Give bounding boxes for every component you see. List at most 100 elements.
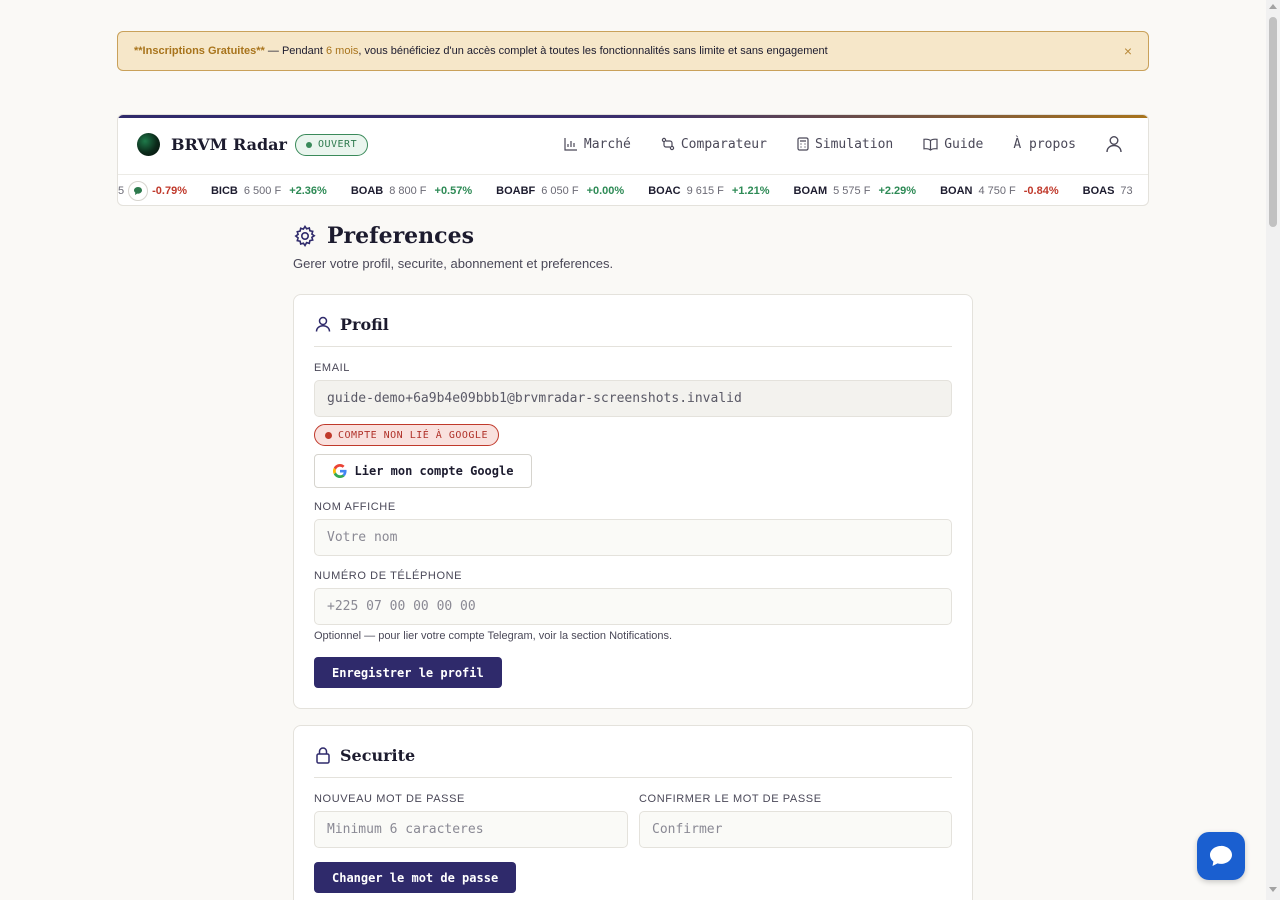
ticker-symbol: BICB <box>210 184 238 197</box>
calculator-icon <box>797 137 809 151</box>
banner-highlight: **Inscriptions Gratuites** <box>134 45 265 57</box>
chat-launcher-button[interactable] <box>1197 832 1245 880</box>
ticker-price: 5 575 F <box>833 184 871 197</box>
brand-name: BRVM Radar <box>171 135 287 154</box>
page-scrollbar[interactable] <box>1266 0 1280 900</box>
page-title: Preferences <box>293 223 474 249</box>
save-profile-button[interactable]: Enregistrer le profil <box>314 657 502 688</box>
ticker-price: 73 <box>1120 184 1133 197</box>
scrollbar-thumb[interactable] <box>1269 17 1277 227</box>
security-card: Securite NOUVEAU MOT DE PASSE CONFIRMER … <box>293 725 973 900</box>
phone-input[interactable] <box>314 588 952 625</box>
ticker-price: 6 050 F <box>541 184 579 197</box>
profile-card-header: Profil <box>314 315 952 347</box>
profile-card: Profil EMAIL guide-demo+6a9b4e09bbb1@brv… <box>293 294 973 709</box>
email-field: guide-demo+6a9b4e09bbb1@brvmradar-screen… <box>314 380 952 417</box>
ticker-symbol: BOAB <box>350 184 384 197</box>
user-icon <box>315 316 331 332</box>
ticker-symbol: BOAC <box>648 184 681 197</box>
link-google-button[interactable]: Lier mon compte Google <box>314 454 532 488</box>
logo-icon <box>137 133 160 156</box>
nav-label-comparateur: Comparateur <box>680 136 767 152</box>
display-name-input[interactable] <box>314 519 952 556</box>
banner-text: **Inscriptions Gratuites** — Pendant 6 m… <box>134 45 828 57</box>
ticker-change: +2.36% <box>289 184 327 197</box>
ticker-price: 9 615 F <box>686 184 724 197</box>
security-card-title: Securite <box>340 746 416 765</box>
ticker-price: 4 750 F <box>978 184 1016 197</box>
nav-label-simulation: Simulation <box>814 136 894 152</box>
chat-bubble-icon[interactable] <box>128 180 149 201</box>
nav-item-marche[interactable]: Marché <box>564 137 631 152</box>
site-header: BRVM Radar OUVERT Marché Comparateur Sim… <box>117 114 1149 206</box>
page-subtitle: Gerer votre profil, securite, abonnement… <box>293 256 614 271</box>
nav-item-apropos[interactable]: À propos <box>1013 137 1076 152</box>
nav-item-comparateur[interactable]: Comparateur <box>661 137 767 152</box>
market-status-label: OUVERT <box>317 139 358 150</box>
status-dot-icon <box>305 141 312 148</box>
confirm-password-input[interactable] <box>639 811 952 848</box>
ticker-item: BOAC 9 615 F +1.21% <box>648 185 769 197</box>
page-title-text: Preferences <box>327 223 474 249</box>
banner-text-after: , vous bénéficiez d'un accès complet à t… <box>358 45 828 57</box>
compare-icon <box>661 137 675 151</box>
ticker-symbol: BOAS <box>1082 184 1115 197</box>
bar-chart-icon <box>564 138 577 151</box>
ticker-price: 6 500 F <box>243 184 282 197</box>
banner-duration: 6 mois <box>325 45 359 57</box>
ticker-item-partial: BOAS 73 <box>1083 185 1141 197</box>
ticker-change: +2.29% <box>878 184 917 197</box>
ticker-item: BOAN 4 750 F -0.84% <box>940 185 1059 197</box>
security-card-header: Securite <box>314 746 952 778</box>
phone-label: NUMÉRO DE TÉLÉPHONE <box>314 570 463 582</box>
ticker-change: -0.84% <box>1023 184 1059 197</box>
ticker-price: 8 800 F <box>389 184 427 197</box>
display-name-label: NOM AFFICHE <box>314 501 396 513</box>
change-password-button[interactable]: Changer le mot de passe <box>314 862 517 893</box>
banner-text-before: — Pendant <box>264 45 326 57</box>
ticker-change: +0.57% <box>434 184 473 197</box>
phone-hint: Optionnel — pour lier votre compte Teleg… <box>314 630 673 642</box>
email-label: EMAIL <box>314 362 351 374</box>
brand[interactable]: BRVM Radar OUVERT <box>137 133 369 156</box>
ticker-item: BOABF 6 050 F +0.00% <box>496 185 624 197</box>
nav-label-marche: Marché <box>583 136 631 152</box>
header-accent-line <box>118 115 1148 118</box>
user-icon[interactable] <box>1106 135 1122 153</box>
ticker-change: +0.00% <box>586 184 625 197</box>
nav-label-apropos: À propos <box>1013 136 1076 152</box>
gear-icon <box>294 225 316 248</box>
banner-close-icon[interactable]: × <box>1124 43 1132 59</box>
lock-icon <box>316 747 330 764</box>
nav-item-simulation[interactable]: Simulation <box>797 137 893 152</box>
scroll-down-icon[interactable] <box>1269 887 1277 892</box>
link-google-label: Lier mon compte Google <box>354 464 514 478</box>
ticker-change: -0.79% <box>152 184 187 197</box>
main-nav: Marché Comparateur Simulation Guide À pr… <box>564 135 1122 153</box>
promo-banner: **Inscriptions Gratuites** — Pendant 6 m… <box>117 31 1149 71</box>
google-link-status-badge: COMPTE NON LIÉ À GOOGLE <box>314 424 499 446</box>
price-ticker: 5 -0.79% BICB 6 500 F +2.36% BOAB 8 800 … <box>118 174 1148 205</box>
ticker-item: BOAB 8 800 F +0.57% <box>351 185 472 197</box>
ticker-symbol: BOAM <box>793 184 828 197</box>
google-link-status-label: COMPTE NON LIÉ À GOOGLE <box>338 429 488 441</box>
ticker-item: BOAM 5 575 F +2.29% <box>794 185 917 197</box>
profile-card-title: Profil <box>340 315 389 334</box>
market-status-badge: OUVERT <box>294 133 369 156</box>
new-password-input[interactable] <box>314 811 628 848</box>
scroll-up-icon[interactable] <box>1269 4 1277 9</box>
confirm-password-label: CONFIRMER LE MOT DE PASSE <box>639 793 822 805</box>
ticker-price: 5 <box>118 184 125 197</box>
status-dot-icon <box>325 431 332 439</box>
chat-bubble-icon <box>1210 845 1232 866</box>
nav-item-guide[interactable]: Guide <box>923 137 983 152</box>
ticker-item: BICB 6 500 F +2.36% <box>211 185 327 197</box>
google-icon <box>332 464 347 478</box>
book-icon <box>923 138 938 151</box>
ticker-symbol: BOABF <box>496 184 536 197</box>
ticker-change: +1.21% <box>731 184 770 197</box>
ticker-symbol: BOAN <box>940 184 973 197</box>
ticker-item-partial: 5 -0.79% <box>118 180 211 201</box>
new-password-label: NOUVEAU MOT DE PASSE <box>314 793 465 805</box>
nav-label-guide: Guide <box>944 136 984 152</box>
